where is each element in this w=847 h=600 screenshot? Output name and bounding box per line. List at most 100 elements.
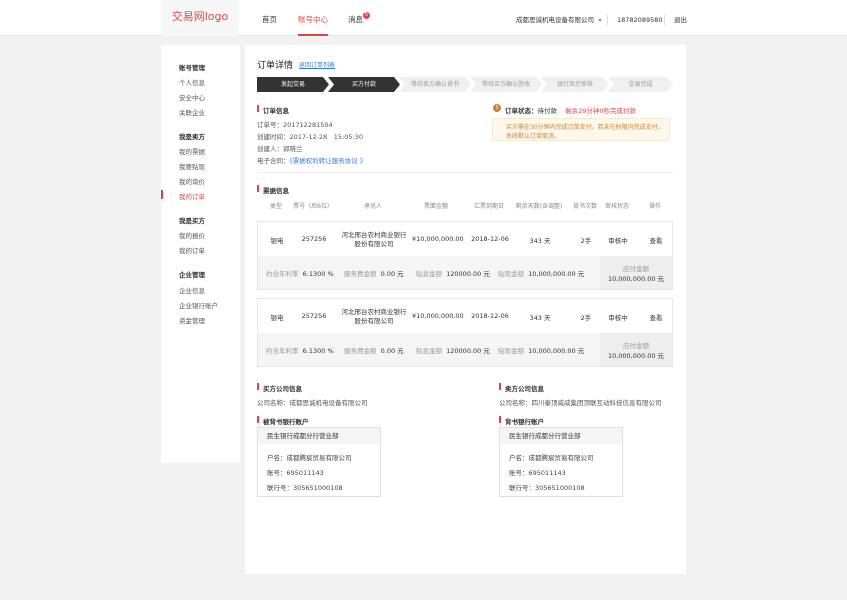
sidebar-group-account: 账号管理 (179, 64, 205, 72)
bill-info-title: 票据信息 (263, 187, 289, 195)
col-endorse: 背书次数 (572, 203, 597, 210)
divider (607, 15, 608, 25)
col-audit: 审核状态 (604, 203, 629, 210)
bill-card: 银电 257256 河北邢台农村商业银行 股份有限公司 ¥10,000,000.… (257, 298, 673, 367)
sidebar-group-enterprise: 企业管理 (179, 271, 205, 279)
nav-messages[interactable]: 消息 5 (348, 0, 370, 36)
sidebar-item-buyer-orders[interactable]: 我的订单 (179, 245, 205, 255)
company-name: 成都思诚机电设备有限公司 (516, 16, 594, 24)
status-label: 订单状态： (505, 107, 538, 115)
interest-label: 贴息金额 (416, 270, 442, 278)
service-fee: 服务费金额 0.00 元 (344, 268, 404, 278)
seller-account-holder: 户名：成都腾宸贸易有限公司 (509, 454, 594, 462)
seller-info-title: 卖方公司信息 (505, 385, 544, 393)
sidebar-item-my-quotes[interactable]: 我的报价 (179, 230, 205, 240)
rate-label: 约合年利率 (266, 270, 299, 278)
section-marker (257, 105, 259, 112)
bill-audit-status: 审核中 (608, 237, 628, 245)
sidebar-item-bank-accounts[interactable]: 企业银行账户 (179, 300, 218, 310)
sidebar-item-discount[interactable]: 我要贴现 (179, 161, 205, 171)
creator: 创建人：郭晓兰 (257, 145, 303, 153)
rate-label: 约合年利率 (266, 347, 299, 355)
bill-days: 343 天 (529, 314, 551, 322)
contract-link[interactable]: 《票据权利转让服务协议 》 (290, 157, 367, 165)
payment-countdown: 剩余29分钟0秒完成付款 (565, 107, 636, 115)
divider (257, 172, 673, 173)
col-days: 剩余天数(含调整) (515, 203, 563, 210)
payable-value: 10,000,000.00 元 (607, 352, 665, 360)
view-bill-link[interactable]: 查看 (643, 235, 669, 245)
bill-due-date: 2018-12-06 (471, 235, 509, 243)
col-amount: 票面金额 (423, 203, 448, 210)
section-marker (257, 416, 259, 423)
interest-label: 贴息金额 (416, 347, 442, 355)
section-marker (257, 383, 259, 390)
col-bill-no: 票号（后6位） (293, 203, 333, 210)
logout-link[interactable]: 退出 (674, 0, 687, 40)
discount: 贴现金额 10,000,000.00 元 (498, 345, 584, 355)
buyer-account-title: 被背书银行账户 (263, 418, 309, 426)
rate-value: 6.1300 % (302, 347, 334, 355)
sidebar-item-my-inquiry[interactable]: 我的询价 (179, 176, 205, 186)
bill-endorse-count: 2手 (580, 237, 592, 245)
view-bill-link[interactable]: 查看 (643, 312, 669, 322)
seller-bank-account-card: 民生银行成都分行营业部 户名：成都腾宸贸易有限公司 账号：695011143 联… (499, 427, 623, 497)
bill-days: 343 天 (529, 237, 551, 245)
info-icon: ! (493, 104, 501, 112)
sidebar-item-security[interactable]: 安全中心 (179, 92, 205, 102)
nav-messages-label: 消息 (348, 15, 363, 24)
order-detail-panel: 订单详情 返回订单列表 发起交易 买方付款 等待卖方确认背书 等待买方确认签收 … (245, 45, 686, 574)
bill-due-date: 2018-12-06 (471, 312, 509, 320)
bill-main-row: 银电 257256 河北邢台农村商业银行 股份有限公司 ¥10,000,000.… (258, 222, 672, 256)
service-fee: 服务费金额 0.00 元 (344, 345, 404, 355)
page-title: 订单详情 (257, 61, 294, 71)
sidebar-item-linked-company[interactable]: 关联企业 (179, 107, 205, 117)
order-number: 订单号：201712281504 (257, 121, 333, 129)
sidebar-item-my-bills[interactable]: 我的票据 (179, 146, 205, 156)
sidebar-item-funds[interactable]: 资金管理 (179, 315, 205, 325)
seller-company-name: 公司名称：四川秦顶威威集团顶联互动科技信息有限公司 (499, 399, 662, 407)
nav-home[interactable]: 首页 (262, 0, 277, 36)
payable-value: 10,000,000.00 元 (607, 275, 665, 283)
active-marker (161, 190, 163, 199)
sidebar-item-personal-info[interactable]: 个人信息 (179, 77, 205, 87)
order-status: 订单状态：待付款 剩余29分钟0秒完成付款 (505, 105, 636, 115)
seller-account-title: 背书银行账户 (505, 418, 544, 426)
sidebar-group-buyer: 我是买方 (179, 217, 205, 225)
bill-type: 银电 (270, 314, 284, 322)
contract-label: 电子合同： (257, 157, 290, 165)
interest-value: 120000.00 元 (446, 270, 490, 278)
contract-row: 电子合同：《票据权利转让服务协议 》 (257, 155, 366, 165)
bill-endorse-count: 2手 (580, 314, 592, 322)
order-info-title: 订单信息 (263, 107, 289, 115)
sidebar-item-company-info[interactable]: 企业信息 (179, 285, 205, 295)
rate: 约合年利率 6.1300 % (266, 345, 334, 355)
acceptor-line-2: 股份有限公司 (354, 240, 394, 248)
buyer-account-number: 账号：695011143 (267, 469, 324, 477)
site-logo[interactable]: 交易网logo (161, 0, 239, 36)
nav-account-center[interactable]: 账号中心 (298, 0, 328, 36)
chevron-down-icon (598, 18, 602, 22)
rate: 约合年利率 6.1300 % (266, 268, 334, 278)
step-risk-review: 银行风控审核 (541, 77, 609, 92)
interest-value: 120000.00 元 (446, 347, 490, 355)
company-dropdown[interactable]: 成都思诚机电设备有限公司 (516, 0, 602, 40)
bill-number: 257256 (301, 312, 327, 320)
sidebar-item-seller-orders[interactable]: 我的订单 (179, 191, 205, 201)
back-to-orders-link[interactable]: 返回订单列表 (299, 60, 335, 69)
buyer-company-name: 公司名称：成都思诚机电设备有限公司 (257, 399, 368, 407)
top-bar: 交易网logo 首页 账号中心 消息 5 成都思诚机电设备有限公司 187820… (0, 0, 847, 36)
payable-box: 应付金额 10,000,000.00 元 (600, 333, 672, 366)
buyer-bank-account-card: 民生银行成都分行营业部 户名：成都腾宸贸易有限公司 账号：695011143 联… (257, 427, 381, 497)
fee-label: 服务费金额 (344, 347, 377, 355)
interest: 贴息金额 120000.00 元 (416, 345, 490, 355)
seller-bank-name: 民生银行成都分行营业部 (500, 428, 622, 444)
payable-box: 应付金额 10,000,000.00 元 (600, 256, 672, 289)
fee-value: 0.00 元 (380, 347, 404, 355)
col-action: 操作 (648, 203, 661, 210)
discount-label: 贴现金额 (498, 270, 524, 278)
notice-line-1: 买方需在30分钟内完成订单支付，若未在时限内完成支付， (506, 124, 664, 131)
discount-value: 10,000,000.00 元 (528, 347, 585, 355)
seller-bank-code: 联行号：305651000108 (509, 484, 585, 492)
section-marker (499, 416, 501, 423)
